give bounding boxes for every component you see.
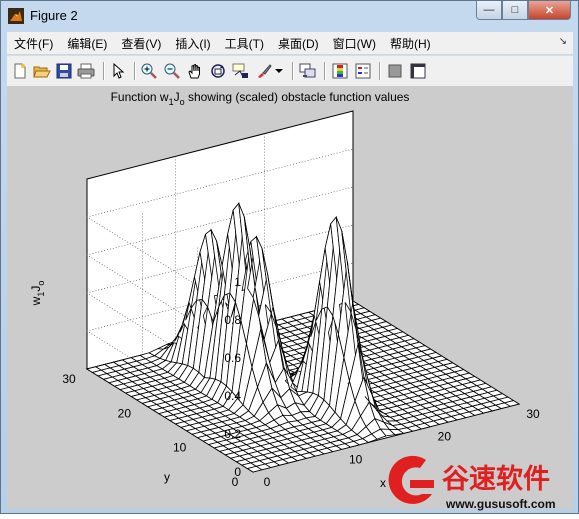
data-cursor-icon[interactable]	[231, 61, 251, 81]
matlab-figure-window: Figure 2 — □ ✕ 文件(F) 编辑(E) 查看(V) 插入(I) 工…	[0, 0, 579, 514]
matlab-logo-icon	[8, 8, 24, 24]
legend-icon[interactable]	[353, 61, 373, 81]
y-tick-label: 30	[62, 372, 76, 386]
menu-desktop[interactable]: 桌面(D)	[271, 35, 326, 52]
brush-icon[interactable]	[254, 61, 274, 81]
menu-window[interactable]: 窗口(W)	[326, 35, 383, 52]
title-bar[interactable]: Figure 2 — □ ✕	[1, 1, 578, 31]
x-tick-label: 20	[438, 430, 452, 444]
open-file-icon[interactable]	[32, 61, 52, 81]
new-figure-icon[interactable]	[10, 61, 30, 81]
z-axis-label: w1Jo	[29, 281, 46, 307]
link-plot-icon[interactable]	[298, 61, 318, 81]
window-title: Figure 2	[30, 8, 78, 23]
pan-hand-icon[interactable]	[185, 61, 205, 81]
x-tick-label: 0	[264, 475, 271, 489]
menu-tools[interactable]: 工具(T)	[218, 35, 271, 52]
watermark-brand: 谷速软件	[442, 464, 550, 494]
plot-title: Function w1Jo showing (scaled) obstacle …	[111, 90, 410, 107]
figure-canvas[interactable]: 0 0.2 0.4 0.6 0.8 1 0 10 20 30 0 10 20 30 Function w1…	[7, 86, 573, 509]
print-icon[interactable]	[76, 61, 96, 81]
z-tick-label: 1	[234, 275, 241, 289]
watermark-url: www.gususoft.com	[445, 497, 556, 511]
x-tick-label: 10	[349, 452, 363, 466]
figure-toolbar	[7, 55, 573, 87]
hide-plot-tools-icon[interactable]	[385, 61, 405, 81]
y-tick-label: 10	[173, 441, 187, 455]
surface-plot[interactable]: 00.20.40.60.8101020300102030 Function w1…	[7, 86, 573, 509]
z-tick-label: 0.4	[224, 389, 241, 403]
menu-view[interactable]: 查看(V)	[114, 35, 168, 52]
watermark-logo: 谷速软件 www.gususoft.com	[380, 450, 579, 514]
zoom-in-icon[interactable]	[139, 61, 159, 81]
menu-bar: 文件(F) 编辑(E) 查看(V) 插入(I) 工具(T) 桌面(D) 窗口(W…	[7, 32, 573, 54]
x-tick-label: 30	[526, 407, 540, 421]
minimize-button[interactable]: —	[476, 1, 502, 20]
y-axis-label: y	[164, 470, 170, 484]
colorbar-icon[interactable]	[330, 61, 350, 81]
y-tick-label: 20	[118, 406, 132, 420]
watermark-g-icon	[388, 455, 432, 504]
z-tick-label: 0.2	[224, 427, 241, 441]
menu-help[interactable]: 帮助(H)	[383, 35, 438, 52]
menu-file[interactable]: 文件(F)	[7, 35, 60, 52]
close-button[interactable]: ✕	[528, 1, 571, 20]
maximize-button[interactable]: □	[502, 1, 528, 20]
menu-insert[interactable]: 插入(I)	[168, 35, 217, 52]
show-plot-tools-icon[interactable]	[408, 61, 428, 81]
y-tick-label: 0	[232, 475, 239, 489]
z-tick-label: 0.6	[224, 351, 241, 365]
select-arrow-icon[interactable]	[109, 61, 129, 81]
dropdown-arrow-icon[interactable]	[273, 61, 285, 81]
dock-arrow-icon[interactable]: ↘	[559, 36, 567, 47]
z-tick-label: 0.8	[224, 313, 241, 327]
save-icon[interactable]	[54, 61, 74, 81]
menu-edit[interactable]: 编辑(E)	[60, 35, 114, 52]
zoom-out-icon[interactable]	[162, 61, 182, 81]
rotate-3d-icon[interactable]	[208, 61, 228, 81]
